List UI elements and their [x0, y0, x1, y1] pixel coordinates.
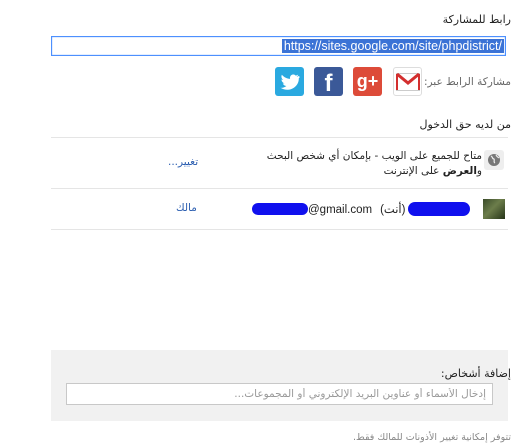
change-visibility-link[interactable]: تغيير... — [168, 156, 198, 168]
access-section-label: من لديه حق الدخول — [419, 118, 511, 131]
public-access-text-bold: العرض — [442, 165, 477, 177]
redaction-mark — [408, 202, 470, 216]
globe-icon — [484, 150, 504, 170]
twitter-icon[interactable] — [275, 67, 304, 96]
divider — [51, 188, 508, 189]
facebook-icon[interactable]: f — [314, 67, 343, 97]
google-plus-glyph: g+ — [356, 71, 379, 91]
share-link-url: https://sites.google.com/site/phpdistric… — [281, 39, 504, 53]
you-tag: (أنت) — [380, 204, 406, 216]
avatar — [483, 199, 505, 219]
divider — [51, 229, 508, 230]
gmail-icon[interactable] — [393, 67, 422, 96]
owner-email-suffix: @gmail.com — [308, 204, 373, 216]
add-people-input[interactable] — [66, 383, 493, 405]
share-via-label: مشاركة الرابط عبر: — [423, 76, 511, 88]
public-access-text-b: على الإنترنت — [383, 165, 443, 177]
owner-role-label: مالك — [176, 202, 197, 214]
facebook-glyph: f — [324, 69, 333, 97]
owner-entry: @gmail.com (أنت) — [252, 202, 470, 216]
share-link-input[interactable]: https://sites.google.com/site/phpdistric… — [51, 36, 506, 56]
google-plus-icon[interactable]: g+ — [353, 67, 382, 96]
public-access-description: متاح للجميع على الويب - بإمكان أي شخص ال… — [252, 149, 482, 179]
share-link-label: رابط للمشاركة — [442, 13, 511, 26]
add-people-label: إضافة أشخاص: — [440, 367, 511, 380]
redaction-mark — [252, 203, 308, 215]
divider — [51, 137, 508, 138]
permissions-note: تتوفر إمكانية تغيير الأذونات للمالك فقط. — [352, 432, 511, 443]
